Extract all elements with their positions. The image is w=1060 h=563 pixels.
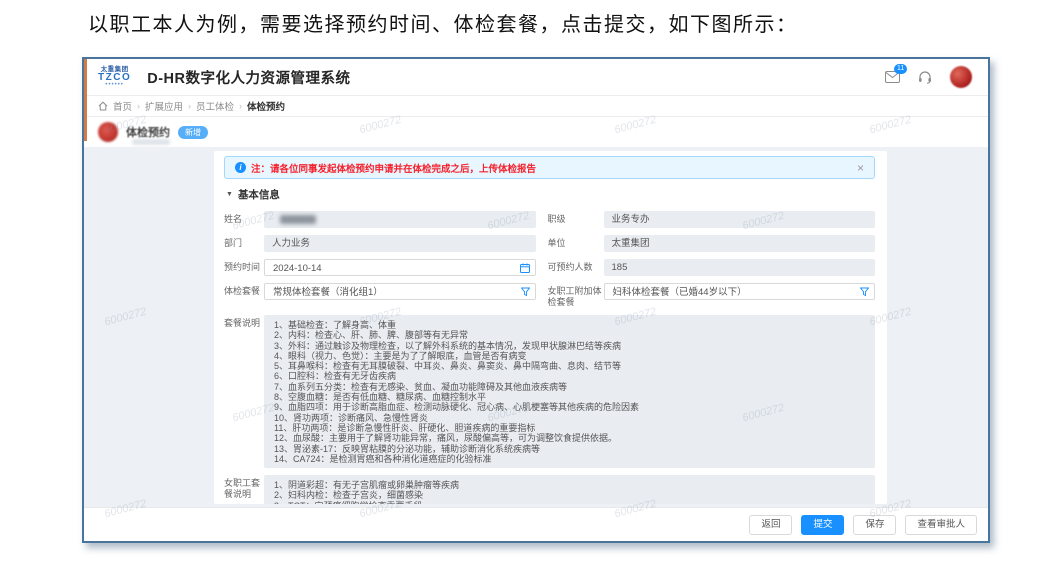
notice-text: 注：请各位同事发起体检预约申请并在体检完成之后，上传体检报告 bbox=[251, 161, 536, 175]
female-desc-text: 1、阴道彩超：有无子宫肌瘤或卵巢肿瘤等疾病 2、妇科内检：检查子宫炎，细菌感染 … bbox=[264, 475, 875, 504]
appointment-date-label: 预约时间 bbox=[224, 259, 264, 273]
window-accent-bar bbox=[84, 59, 87, 141]
info-icon: i bbox=[235, 162, 246, 173]
view-approver-button[interactable]: 查看审批人 bbox=[905, 515, 977, 535]
package-select[interactable]: 常规体检套餐（消化组1） bbox=[264, 283, 536, 300]
form-row-female-desc: 女职工套餐说明 1、阴道彩超：有无子宫肌瘤或卵巢肿瘤等疾病 2、妇科内检：检查子… bbox=[224, 475, 875, 504]
logo-dots: •••••• bbox=[98, 83, 131, 87]
quota-label: 可预约人数 bbox=[548, 259, 604, 273]
filter-icon[interactable] bbox=[521, 287, 530, 296]
breadcrumb-separator: › bbox=[137, 101, 140, 111]
name-label: 姓名 bbox=[224, 211, 264, 225]
appointment-date-input[interactable]: 2024-10-14 bbox=[264, 259, 536, 276]
name-field bbox=[264, 211, 536, 228]
record-avatar bbox=[98, 122, 118, 142]
footer-bar: 返回 提交 保存 查看审批人 bbox=[84, 507, 988, 541]
breadcrumb-extended-apps[interactable]: 扩展应用 bbox=[145, 99, 183, 113]
new-badge: 新增 bbox=[178, 126, 208, 139]
submit-button[interactable]: 提交 bbox=[801, 515, 844, 535]
home-icon bbox=[98, 101, 108, 111]
breadcrumb-current-page: 体检预约 bbox=[247, 99, 285, 113]
breadcrumb-separator: › bbox=[239, 101, 242, 111]
form-row-date-quota: 预约时间 2024-10-14 可预约人数 185 bbox=[224, 259, 875, 276]
unit-field: 太重集团 bbox=[604, 235, 876, 252]
mail-badge: 11 bbox=[894, 64, 907, 74]
caption-text: 以职工本人为例，需要选择预约时间、体检套餐，点击提交，如下图所示： bbox=[88, 8, 798, 37]
package-desc-label: 套餐说明 bbox=[224, 315, 264, 329]
record-title-row: 体检预约 新增 bbox=[84, 117, 988, 147]
quota-field: 185 bbox=[604, 259, 876, 276]
section-basic-info[interactable]: ▼ 基本信息 bbox=[226, 187, 875, 202]
rank-label: 职级 bbox=[548, 211, 604, 225]
unit-label: 单位 bbox=[548, 235, 604, 249]
back-button[interactable]: 返回 bbox=[749, 515, 792, 535]
female-desc-label: 女职工套餐说明 bbox=[224, 475, 264, 500]
main-content: i 注：请各位同事发起体检预约申请并在体检完成之后，上传体检报告 × ▼ 基本信… bbox=[84, 147, 988, 507]
messages-button[interactable]: 11 bbox=[885, 71, 900, 83]
female-package-label: 女职工附加体检套餐 bbox=[548, 283, 604, 308]
form-card: i 注：请各位同事发起体检预约申请并在体检完成之后，上传体检报告 × ▼ 基本信… bbox=[214, 151, 887, 504]
save-button[interactable]: 保存 bbox=[853, 515, 896, 535]
package-desc-text: 1、基础检查：了解身高、体重 2、内科：检查心、肝、肺、脾、腹部等有无异常 3、… bbox=[264, 315, 875, 468]
notice-banner: i 注：请各位同事发起体检预约申请并在体检完成之后，上传体检报告 × bbox=[224, 156, 875, 179]
rank-field: 业务专办 bbox=[604, 211, 876, 228]
form-row-dept-unit: 部门 人力业务 单位 太重集团 bbox=[224, 235, 875, 252]
user-avatar[interactable] bbox=[950, 66, 972, 88]
app-window: 6000272600027260002726000272600027260002… bbox=[82, 57, 990, 543]
breadcrumb-home[interactable]: 首页 bbox=[113, 99, 132, 113]
company-logo[interactable]: 太重集团 TZCO •••••• bbox=[98, 67, 131, 88]
breadcrumb-separator: › bbox=[188, 101, 191, 111]
form-row-packages: 体检套餐 常规体检套餐（消化组1） 女职工附加体检套餐 妇科体检套餐（已婚44岁… bbox=[224, 283, 875, 308]
section-title: 基本信息 bbox=[238, 187, 280, 202]
breadcrumb: 首页 › 扩展应用 › 员工体检 › 体检预约 bbox=[84, 95, 988, 117]
form-row-package-desc: 套餐说明 1、基础检查：了解身高、体重 2、内科：检查心、肝、肺、脾、腹部等有无… bbox=[224, 315, 875, 468]
form-row-name-rank: 姓名 职级 业务专办 bbox=[224, 211, 875, 228]
female-package-select[interactable]: 妇科体检套餐（已婚44岁以下） bbox=[604, 283, 876, 300]
close-icon[interactable]: × bbox=[857, 162, 864, 174]
app-header: 太重集团 TZCO •••••• D-HR数字化人力资源管理系统 11 bbox=[84, 59, 988, 95]
calendar-icon[interactable] bbox=[520, 263, 530, 273]
headset-icon bbox=[918, 70, 932, 84]
redacted-name bbox=[280, 215, 316, 224]
department-label: 部门 bbox=[224, 235, 264, 249]
filter-icon[interactable] bbox=[860, 287, 869, 296]
collapse-caret-icon: ▼ bbox=[226, 191, 233, 198]
record-title: 体检预约 bbox=[126, 124, 170, 140]
header-actions: 11 bbox=[885, 66, 972, 88]
package-label: 体检套餐 bbox=[224, 283, 264, 297]
breadcrumb-employee-checkup[interactable]: 员工体检 bbox=[196, 99, 234, 113]
redacted-subtitle bbox=[132, 139, 170, 145]
help-button[interactable] bbox=[918, 70, 932, 84]
department-field: 人力业务 bbox=[264, 235, 536, 252]
app-title: D-HR数字化人力资源管理系统 bbox=[147, 67, 350, 88]
